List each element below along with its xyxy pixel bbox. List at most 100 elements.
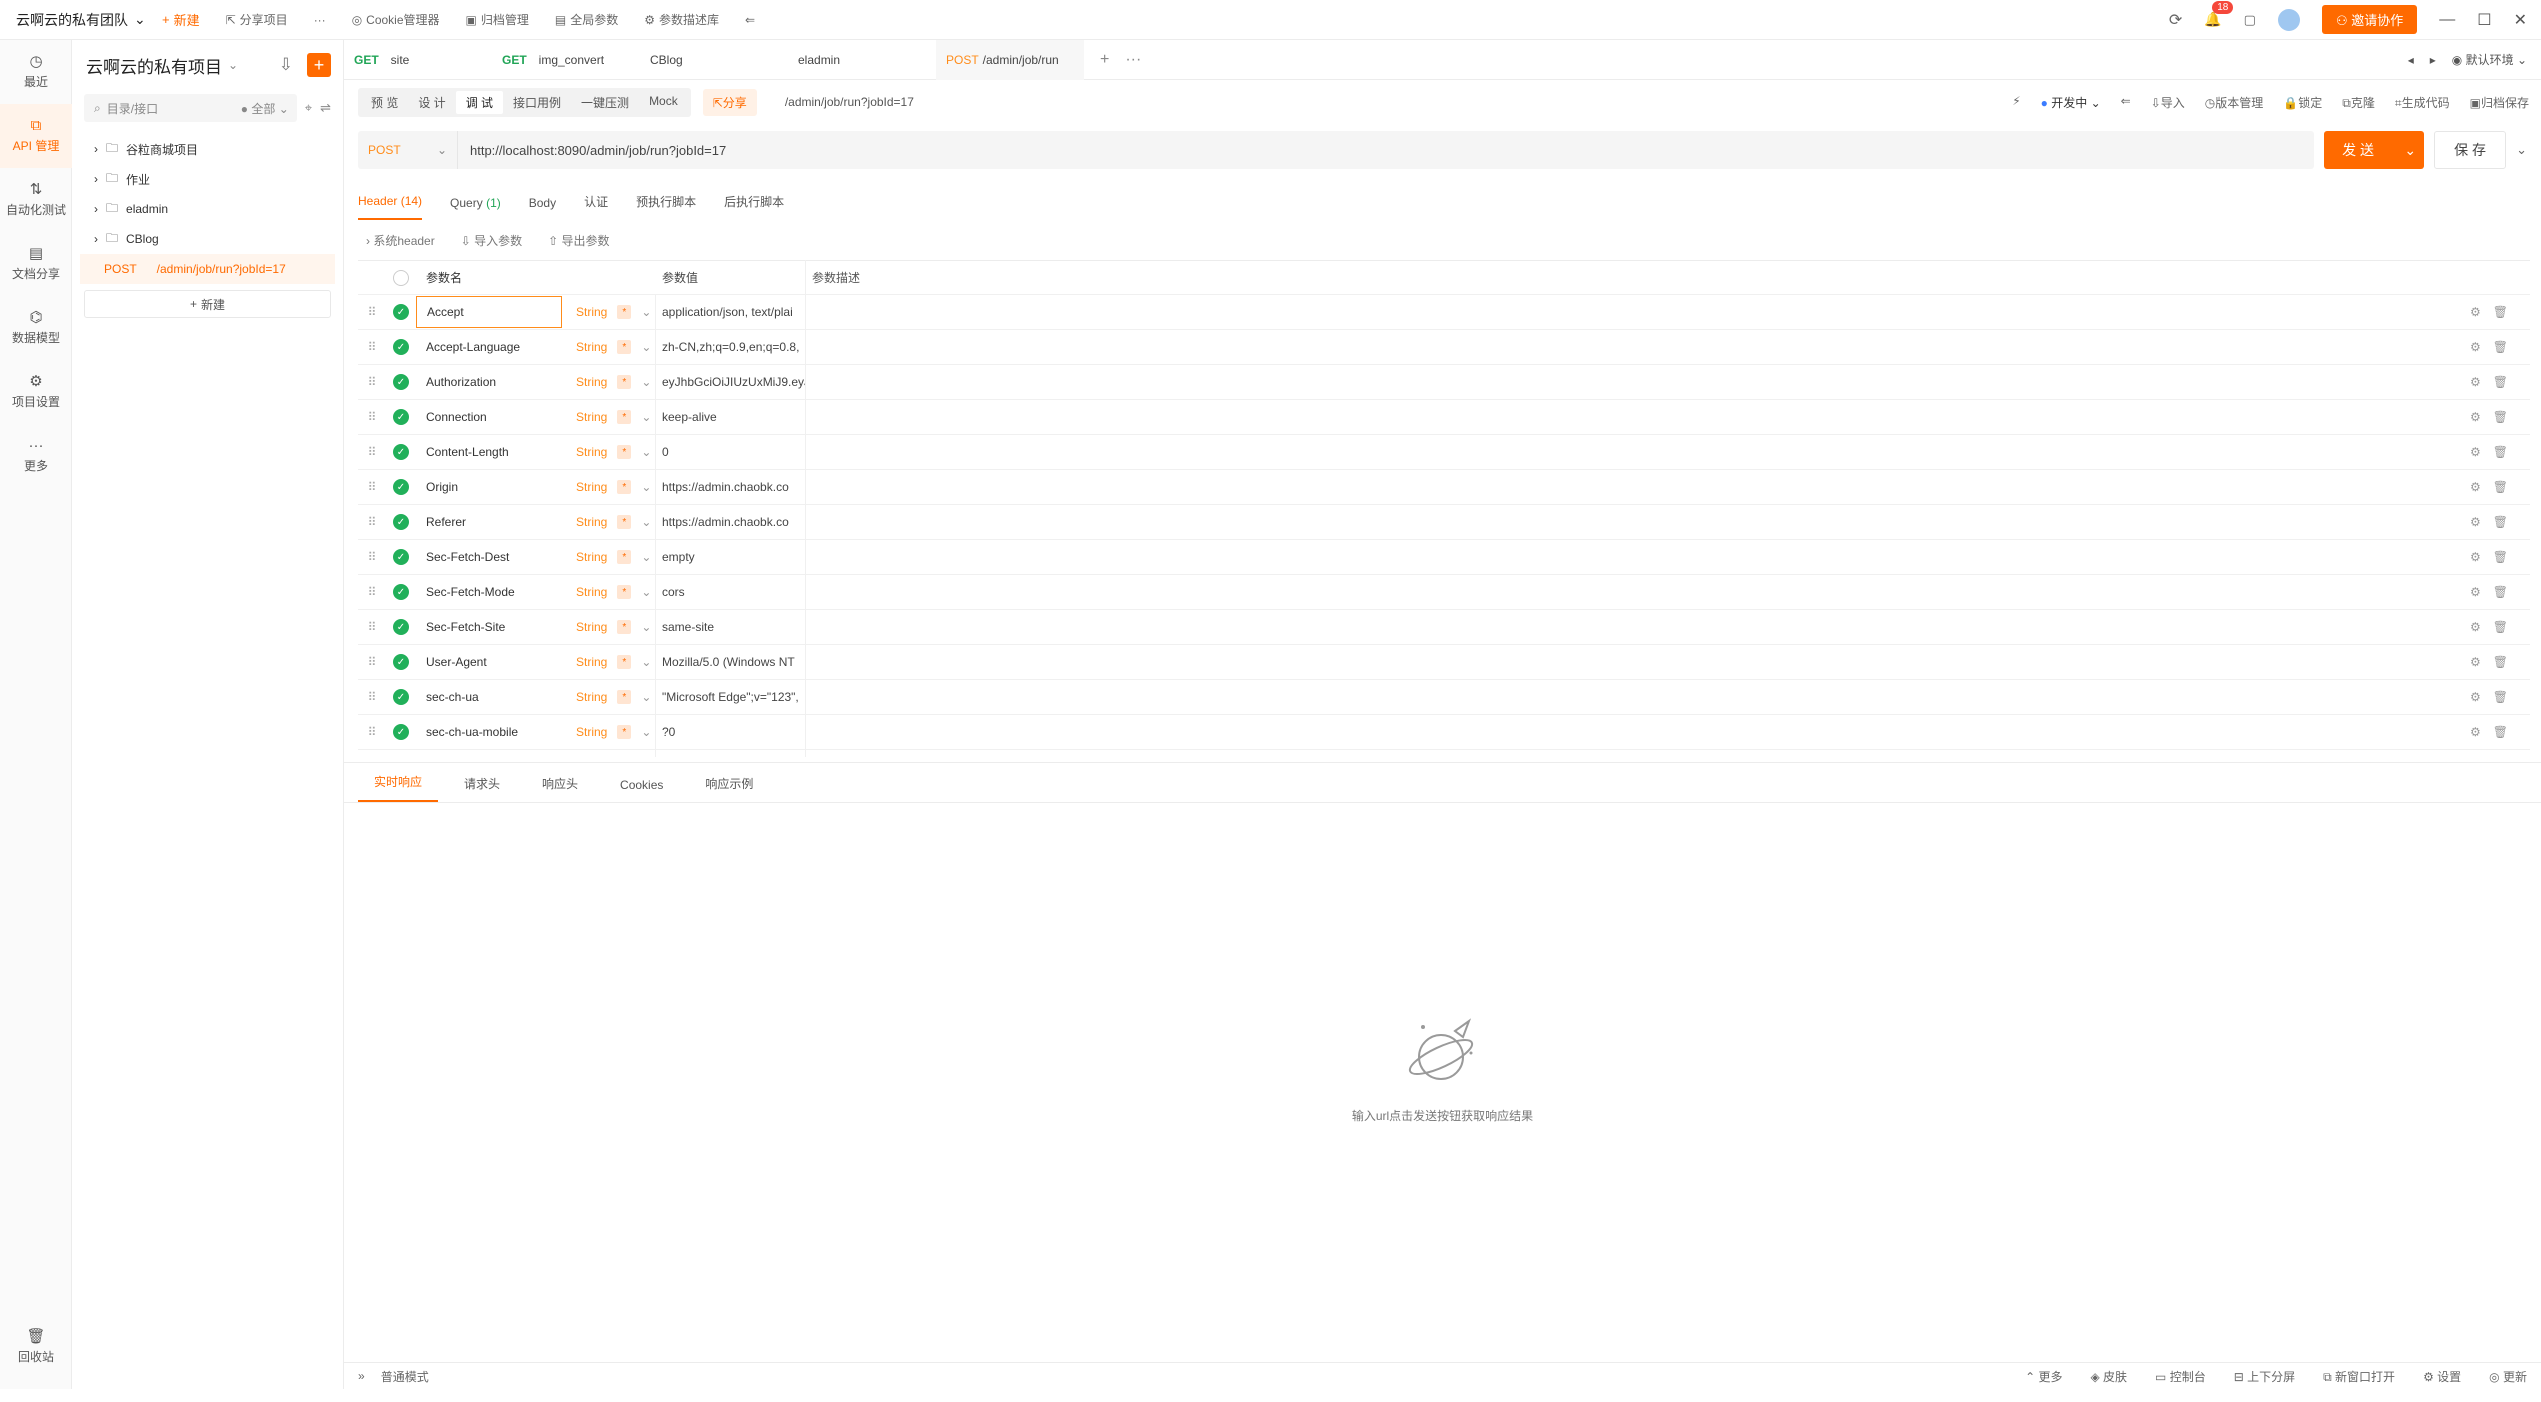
tab-cblog[interactable]: CBlog [640,40,788,80]
param-name-input[interactable]: User-Agent [416,646,562,678]
param-type-select[interactable]: String*⌄ [562,329,656,365]
save-button[interactable]: 保 存 [2434,131,2507,169]
param-type-select[interactable]: String*⌄ [562,679,656,715]
delete-icon[interactable]: 🗑 [2493,410,2508,424]
param-type-select[interactable]: String*⌄ [562,749,656,757]
param-settings-icon[interactable]: ⚙ [2470,375,2481,389]
drag-handle-icon[interactable]: ⠿ [358,340,386,354]
param-name-input[interactable]: Connection [416,401,562,433]
drag-handle-icon[interactable]: ⠿ [358,375,386,389]
param-settings-icon[interactable]: ⚙ [2470,655,2481,669]
param-settings-icon[interactable]: ⚙ [2470,585,2481,599]
delete-icon[interactable]: 🗑 [2493,480,2508,494]
tree-search-input[interactable]: ⌕ 目录/接口 ● 全部 ⌄ [84,94,297,122]
required-icon[interactable]: * [617,340,632,354]
send-button[interactable]: 发 送 ⌄ [2324,131,2425,169]
row-checkbox[interactable]: ✓ [393,479,409,495]
row-checkbox[interactable]: ✓ [393,724,409,740]
archive-button[interactable]: ▣ 归档管理 [466,11,529,28]
invite-button[interactable]: ⚇ 邀请协作 [2321,5,2418,34]
export-params-button[interactable]: ⇧ 导出参数 [548,232,609,249]
tab-query[interactable]: Query (1) [450,196,501,220]
sort-icon[interactable]: ⇌ [320,100,331,116]
chevron-down-icon[interactable]: ⌄ [2516,142,2527,158]
share-project-button[interactable]: ⇱ 分享项目 [226,11,288,28]
param-name-input[interactable]: sec-ch-ua [416,681,562,713]
param-settings-icon[interactable]: ⚙ [2470,305,2481,319]
param-type-select[interactable]: String*⌄ [562,364,656,400]
delete-icon[interactable]: 🗑 [2493,725,2508,739]
row-checkbox[interactable]: ✓ [393,549,409,565]
cookie-manager-button[interactable]: ◎ Cookie管理器 [352,11,440,28]
param-type-select[interactable]: String*⌄ [562,574,656,610]
param-value-input[interactable]: https://admin.chaobk.co [656,469,806,505]
tab-response-headers[interactable]: 响应头 [526,775,594,802]
required-icon[interactable]: * [617,410,632,424]
param-name-input[interactable]: Accept-Language [416,331,562,363]
param-desc-button[interactable]: ⚙ 参数描述库 [644,11,719,28]
param-type-select[interactable]: String*⌄ [562,609,656,645]
status-select[interactable]: ● 开发中 ⌄ [2041,94,2101,111]
mode-debug[interactable]: 调 试 [455,90,504,114]
required-icon[interactable]: * [617,620,632,634]
param-type-select[interactable]: String*⌄ [562,399,656,435]
param-value-input[interactable]: "Windows" [656,749,806,757]
tab-more-icon[interactable]: ··· [1125,51,1141,69]
tree-new-button[interactable]: + 新建 [84,290,331,318]
drag-handle-icon[interactable]: ⠿ [358,410,386,424]
import-params-button[interactable]: ⇩ 导入参数 [461,232,522,249]
param-value-input[interactable]: ?0 [656,714,806,750]
drag-handle-icon[interactable]: ⠿ [358,480,386,494]
rail-item-more[interactable]: ··· 更多 [0,424,72,488]
close-icon[interactable]: ✕ [2514,10,2527,30]
message-icon[interactable]: ▢ [2244,12,2256,28]
param-settings-icon[interactable]: ⚙ [2470,725,2481,739]
delete-icon[interactable]: 🗑 [2493,515,2508,529]
tab-pre-script[interactable]: 预执行脚本 [636,193,696,220]
tab-eladmin[interactable]: eladmin [788,40,936,80]
param-settings-icon[interactable]: ⚙ [2470,550,2481,564]
required-icon[interactable]: * [617,585,632,599]
param-name-input[interactable]: Sec-Fetch-Site [416,611,562,643]
drag-handle-icon[interactable]: ⠿ [358,725,386,739]
param-value-input[interactable]: cors [656,574,806,610]
rail-item-clock[interactable]: ◷ 最近 [0,40,72,104]
tab-auth[interactable]: 认证 [584,193,608,220]
delete-icon[interactable]: 🗑 [2493,620,2508,634]
param-name-input[interactable]: sec-ch-ua-mobile [416,716,562,748]
tab-request-headers[interactable]: 请求头 [448,775,516,802]
param-name-input[interactable]: Accept [416,296,562,328]
avatar[interactable] [2277,8,2300,31]
delete-icon[interactable]: 🗑 [2493,655,2508,669]
delete-icon[interactable]: 🗑 [2493,445,2508,459]
tab-cookies[interactable]: Cookies [604,778,679,802]
required-icon[interactable]: * [617,690,632,704]
import-button[interactable]: ⇩导入 [2151,94,2185,111]
select-all-checkbox[interactable] [393,269,409,286]
param-value-input[interactable]: same-site [656,609,806,645]
status-console[interactable]: ▭ 控制台 [2155,1368,2206,1385]
required-icon[interactable]: * [617,655,632,669]
tree-folder[interactable]: › 🗀 eladmin [72,194,343,224]
param-type-select[interactable]: String*⌄ [562,504,656,540]
required-icon[interactable]: * [617,480,632,494]
param-name-input[interactable]: Content-Length [416,436,562,468]
global-params-button[interactable]: ▤ 全局参数 [555,11,618,28]
add-api-button[interactable]: + [307,53,331,77]
required-icon[interactable]: * [617,725,632,739]
drag-handle-icon[interactable]: ⠿ [358,690,386,704]
param-settings-icon[interactable]: ⚙ [2470,480,2481,494]
tab-header[interactable]: Header (14) [358,194,423,220]
row-checkbox[interactable]: ✓ [393,689,409,705]
drag-handle-icon[interactable]: ⠿ [358,585,386,599]
row-checkbox[interactable]: ✓ [393,374,409,390]
param-type-select[interactable]: String*⌄ [562,469,656,505]
drag-handle-icon[interactable]: ⠿ [358,620,386,634]
param-settings-icon[interactable]: ⚙ [2470,690,2481,704]
sync-icon[interactable]: ⟳ [2169,10,2182,30]
param-type-select[interactable]: String*⌄ [562,714,656,750]
tab-prev-icon[interactable]: ◂ [2408,53,2414,67]
status-split[interactable]: ⊟ 上下分屏 [2234,1368,2295,1385]
param-type-select[interactable]: String*⌄ [562,644,656,680]
locate-icon[interactable]: ⌖ [305,100,312,116]
